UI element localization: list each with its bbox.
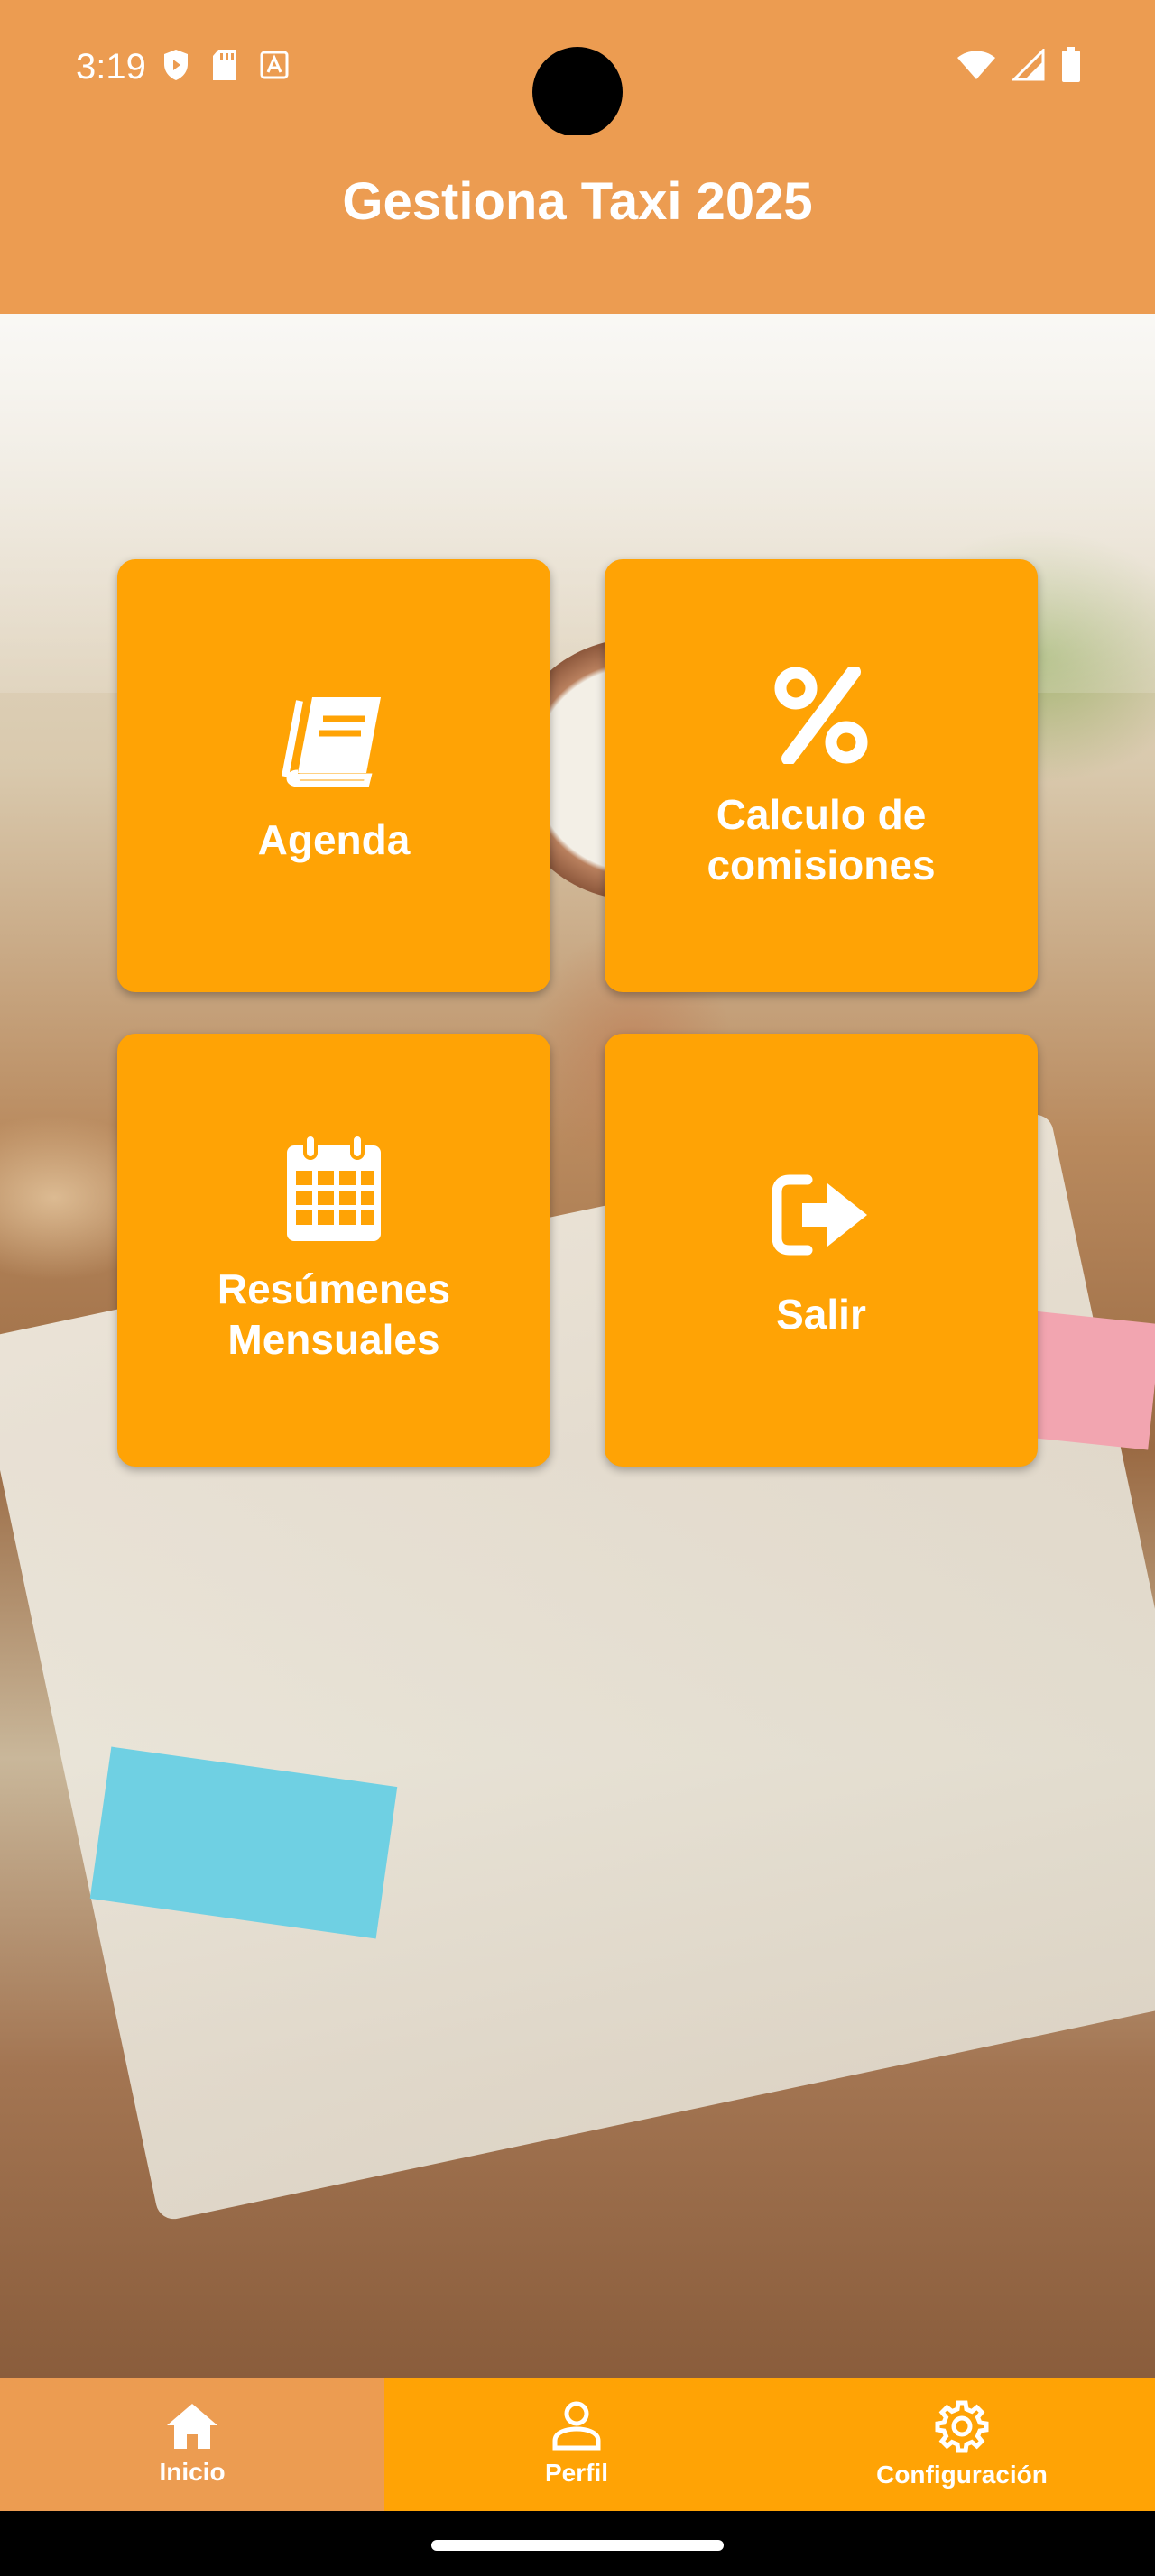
sd-card-icon: [213, 50, 236, 80]
nav-item-perfil[interactable]: Perfil: [384, 2378, 769, 2511]
book-icon: [280, 686, 388, 795]
nav-item-configuracion[interactable]: Configuración: [769, 2378, 1155, 2511]
status-icons-left: [162, 49, 289, 81]
comisiones-button[interactable]: Calculo de comisiones: [605, 559, 1038, 992]
home-gesture-handle[interactable]: [431, 2540, 724, 2551]
percent-icon: [767, 661, 875, 769]
bottom-navigation: Inicio Perfil Configuración: [0, 2378, 1155, 2511]
agenda-label: Agenda: [257, 816, 411, 863]
app-header: Gestiona Taxi 2025: [0, 135, 1155, 314]
resumenes-button[interactable]: Resúmenes Mensuales: [117, 1034, 550, 1467]
salir-button[interactable]: Salir: [605, 1034, 1038, 1467]
nav-label-inicio: Inicio: [159, 2458, 226, 2486]
comisiones-label: Calculo de comisiones: [707, 791, 936, 888]
calendar-icon: [280, 1135, 388, 1244]
camera-cutout: [532, 47, 623, 137]
gear-icon: [935, 2400, 989, 2453]
page-title: Gestiona Taxi 2025: [342, 171, 813, 231]
shield-icon: [164, 50, 188, 80]
nav-label-perfil: Perfil: [544, 2459, 609, 2487]
nav-label-configuracion: Configuración: [876, 2461, 1048, 2489]
status-icons-right: [956, 47, 1081, 83]
nav-item-inicio[interactable]: Inicio: [0, 2378, 384, 2511]
signal-icon: [1012, 49, 1045, 81]
resumenes-label: Resúmenes Mensuales: [217, 1265, 451, 1363]
status-time: 3:19: [76, 47, 146, 87]
home-icon: [167, 2404, 217, 2449]
agenda-button[interactable]: Agenda: [117, 559, 550, 992]
battery-icon: [1062, 47, 1080, 82]
wifi-icon: [957, 51, 995, 79]
person-icon: [552, 2401, 601, 2451]
sign-out-icon: [767, 1161, 875, 1269]
status-bar: 3:19: [0, 0, 1155, 137]
salir-label: Salir: [776, 1291, 866, 1338]
font-icon: [260, 51, 289, 79]
